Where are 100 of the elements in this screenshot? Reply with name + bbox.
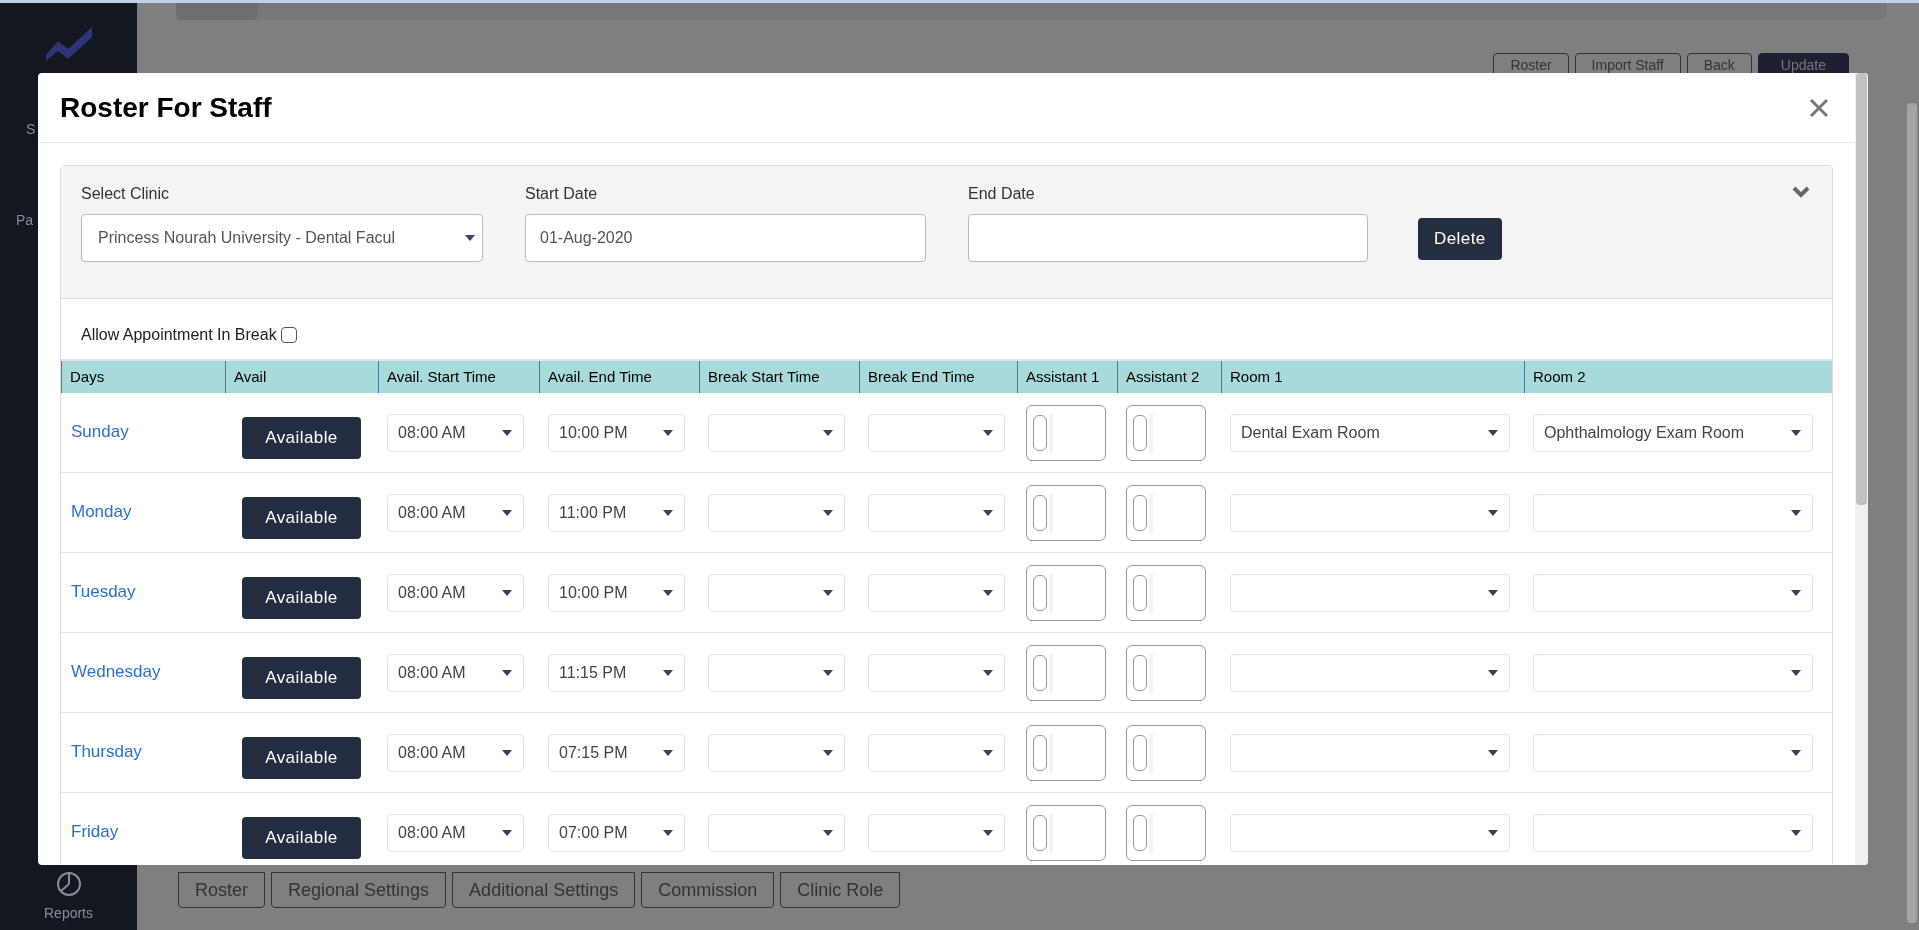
assistant-field[interactable] <box>1126 724 1206 781</box>
dropdown[interactable] <box>1533 493 1813 532</box>
assistant-field[interactable] <box>1026 484 1106 541</box>
available-button[interactable]: Available <box>242 416 361 459</box>
action-button[interactable]: Update <box>1757 53 1849 75</box>
dropdown[interactable]: 08:00 AM <box>387 413 524 452</box>
field-label: End Date <box>968 184 1036 204</box>
dropdown[interactable] <box>1533 813 1813 852</box>
dropdown[interactable] <box>1533 573 1813 612</box>
dropdown[interactable]: 08:00 AM <box>387 653 524 692</box>
caret-icon <box>982 428 994 437</box>
dropdown[interactable] <box>1230 733 1510 772</box>
available-button[interactable]: Available <box>242 496 361 539</box>
assistant-field[interactable] <box>1126 404 1206 461</box>
caret-icon <box>662 588 674 597</box>
available-button[interactable]: Available <box>242 816 361 859</box>
caret-icon <box>1790 508 1802 517</box>
dropdown[interactable]: Dental Exam Room <box>1230 413 1510 452</box>
dropdown[interactable] <box>1533 733 1813 772</box>
sidebar-item[interactable]: Pa <box>0 210 36 231</box>
chart-icon <box>55 871 82 897</box>
modal-scrollbar[interactable] <box>1855 73 1868 865</box>
dropdown[interactable]: 08:00 AM <box>387 813 524 852</box>
dropdown[interactable] <box>708 733 845 772</box>
dropdown[interactable] <box>868 573 1005 612</box>
caret-icon <box>982 748 994 757</box>
clinic-dropdown[interactable]: Princess Nourah University - Dental Facul <box>81 214 483 262</box>
caret-icon <box>1790 748 1802 757</box>
dropdown[interactable]: Ophthalmology Exam Room <box>1533 413 1813 452</box>
caret-icon <box>1790 668 1802 677</box>
day-link[interactable]: Sunday <box>61 393 225 445</box>
column-header: Break End Time <box>859 361 1017 393</box>
assistant-field[interactable] <box>1026 404 1106 461</box>
top-tab[interactable] <box>176 3 258 20</box>
caret-icon <box>822 428 834 437</box>
column-header: Avail. Start Time <box>378 361 539 393</box>
available-button[interactable]: Available <box>242 576 361 619</box>
chevron-down-icon[interactable] <box>1792 186 1810 198</box>
dropdown[interactable]: 11:00 PM <box>548 493 685 532</box>
dropdown[interactable]: 08:00 AM <box>387 733 524 772</box>
day-link[interactable]: Tuesday <box>61 553 225 605</box>
assistant-field[interactable] <box>1126 804 1206 861</box>
dropdown[interactable] <box>1230 573 1510 612</box>
dropdown[interactable] <box>868 413 1005 452</box>
dropdown[interactable] <box>1230 813 1510 852</box>
dropdown[interactable] <box>868 653 1005 692</box>
caret-icon <box>822 828 834 837</box>
caret-icon <box>822 508 834 517</box>
day-link[interactable]: Monday <box>61 473 225 525</box>
assistant-field[interactable] <box>1126 644 1206 701</box>
dropdown[interactable] <box>868 733 1005 772</box>
dropdown[interactable] <box>708 413 845 452</box>
close-icon[interactable] <box>1809 97 1829 118</box>
assistant-field[interactable] <box>1026 564 1106 621</box>
caret-icon <box>822 748 834 757</box>
delete-button[interactable]: Delete <box>1418 218 1502 260</box>
caret-icon <box>982 828 994 837</box>
dropdown[interactable]: 08:00 AM <box>387 573 524 612</box>
day-link[interactable]: Friday <box>61 793 225 845</box>
column-header: Assistant 1 <box>1017 361 1117 393</box>
dropdown[interactable] <box>708 573 845 612</box>
dropdown[interactable]: 07:00 PM <box>548 813 685 852</box>
dropdown[interactable] <box>708 653 845 692</box>
dropdown[interactable] <box>1533 653 1813 692</box>
dropdown[interactable]: 10:00 PM <box>548 413 685 452</box>
checkbox[interactable] <box>280 327 297 343</box>
caret-icon <box>662 748 674 757</box>
column-header: Room 1 <box>1221 361 1524 393</box>
dropdown[interactable] <box>708 493 845 532</box>
day-link[interactable]: Thursday <box>61 713 225 765</box>
caret-icon <box>1487 828 1499 837</box>
caret-icon <box>501 748 513 757</box>
dropdown[interactable]: 07:15 PM <box>548 733 685 772</box>
end-date-field[interactable] <box>968 214 1368 262</box>
caret-icon <box>1487 668 1499 677</box>
dropdown[interactable] <box>1230 493 1510 532</box>
assistant-field[interactable] <box>1026 724 1106 781</box>
assistant-field[interactable] <box>1126 484 1206 541</box>
dropdown[interactable] <box>708 813 845 852</box>
sidebar-item[interactable]: S <box>0 119 36 140</box>
caret-icon <box>1790 428 1802 437</box>
dropdown[interactable] <box>1230 653 1510 692</box>
column-header: Avail <box>225 361 378 393</box>
sidebar-item[interactable]: Reports <box>44 903 93 924</box>
caret-icon <box>662 508 674 517</box>
dropdown[interactable] <box>868 813 1005 852</box>
dropdown[interactable]: 10:00 PM <box>548 573 685 612</box>
dropdown[interactable]: 11:15 PM <box>548 653 685 692</box>
dropdown[interactable] <box>868 493 1005 532</box>
day-link[interactable]: Wednesday <box>61 633 225 685</box>
caret-icon <box>662 828 674 837</box>
start-date-field[interactable]: 01-Aug-2020 <box>525 214 926 262</box>
assistant-field[interactable] <box>1126 564 1206 621</box>
assistant-field[interactable] <box>1026 804 1106 861</box>
available-button[interactable]: Available <box>242 736 361 779</box>
available-button[interactable]: Available <box>242 656 361 699</box>
dropdown[interactable]: 08:00 AM <box>387 493 524 532</box>
column-header: Assistant 2 <box>1117 361 1221 393</box>
assistant-field[interactable] <box>1026 644 1106 701</box>
checkbox-label: Allow Appointment In Break <box>81 325 277 345</box>
